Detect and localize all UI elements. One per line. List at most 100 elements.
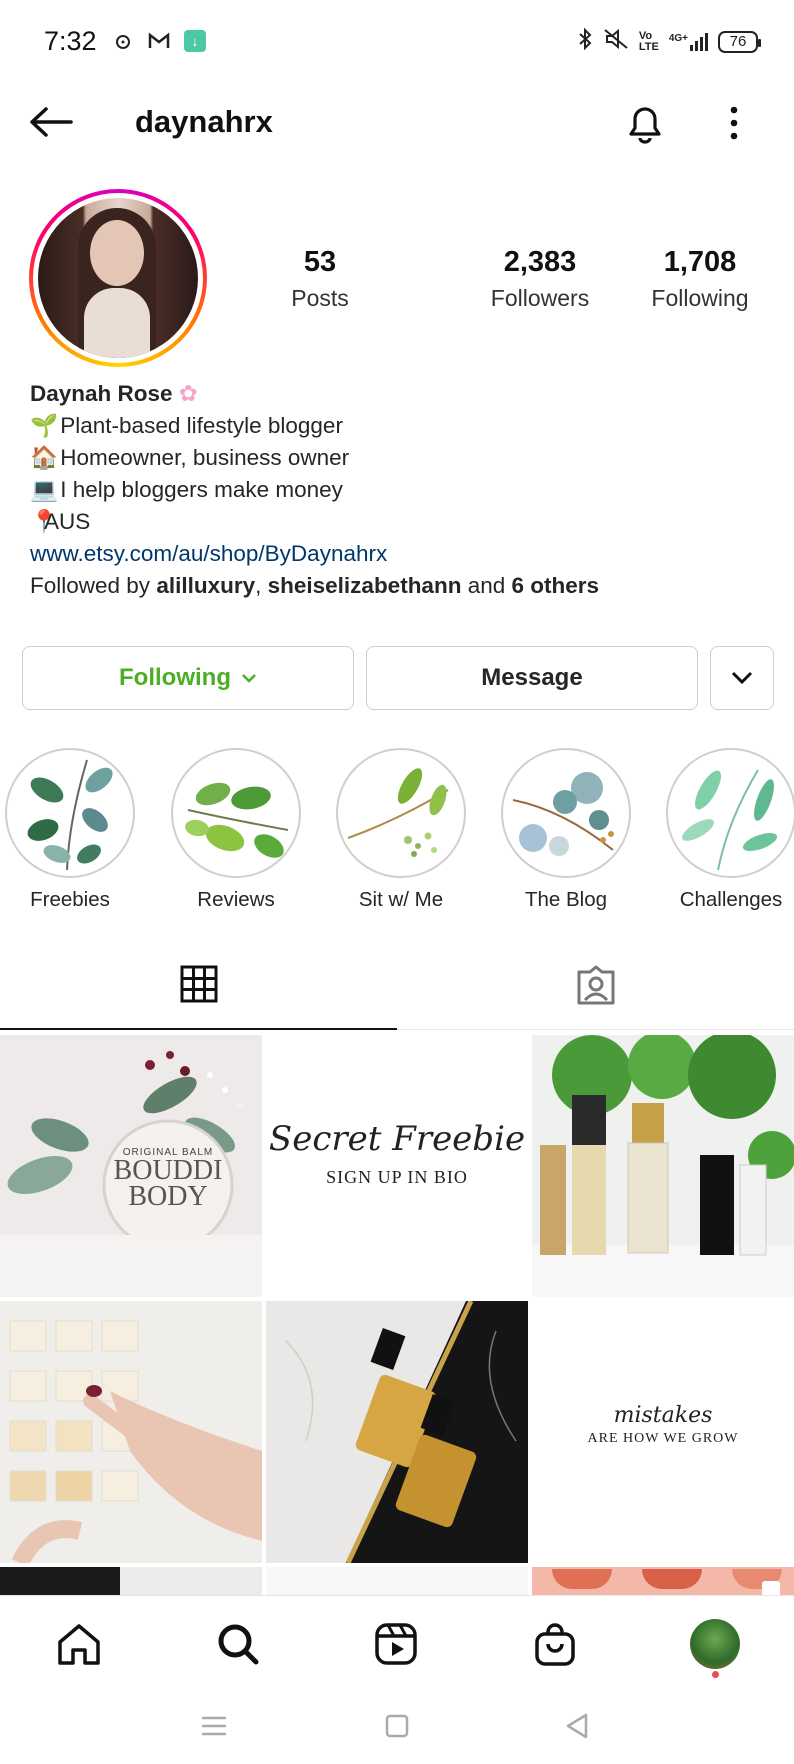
display-name: Daynah Rose — [30, 381, 173, 406]
vertical-dots-icon — [730, 106, 738, 140]
alarm-icon — [112, 30, 134, 52]
stat-posts[interactable]: 53 Posts — [250, 246, 390, 312]
message-button[interactable]: Message — [366, 646, 698, 710]
watercolor-leaves-icon — [682, 769, 778, 871]
profile-avatar[interactable] — [29, 189, 207, 367]
nav-shop[interactable] — [525, 1614, 585, 1674]
arrow-left-icon — [30, 107, 73, 137]
post-thumbnail[interactable] — [266, 1567, 528, 1595]
post-thumbnail[interactable]: Secret Freebie SIGN UP IN BIO — [266, 1035, 528, 1297]
bio-text: I help bloggers make money — [60, 477, 343, 502]
seedling-icon: 🌱 — [30, 413, 59, 438]
followed-by[interactable]: Followed by alilluxury, sheiselizabethan… — [30, 570, 770, 602]
stat-following[interactable]: 1,708 Following — [630, 246, 770, 312]
system-back-button[interactable] — [559, 1708, 595, 1744]
chevron-down-icon — [242, 674, 256, 683]
balm-text-3: BODY — [128, 1181, 208, 1212]
highlight-label: Sit w/ Me — [358, 888, 444, 911]
tab-tagged[interactable] — [397, 940, 794, 1030]
mutual-follower-2[interactable]: sheiselizabethann — [268, 573, 462, 598]
post-thumbnail[interactable]: mistakes ARE HOW WE GROW — [532, 1301, 794, 1563]
square-icon — [385, 1714, 409, 1738]
post-image-partial — [642, 1569, 702, 1589]
mistakes-caps-text: ARE HOW WE GROW — [587, 1431, 739, 1446]
highlight-sit-with-me[interactable]: Sit w/ Me — [335, 748, 467, 912]
back-button[interactable] — [26, 100, 76, 144]
post-thumbnail[interactable] — [0, 1301, 262, 1563]
avatar-border — [33, 193, 203, 363]
profile-bio: Daynah Rose ✿ 🌱 Plant-based lifestyle bl… — [30, 378, 770, 602]
following-button-label: Following — [119, 664, 231, 691]
bio-line: 📍AUS — [30, 506, 770, 538]
sprig-icon — [347, 768, 449, 857]
following-label: Following — [651, 285, 749, 311]
freebie-caps-text: SIGN UP IN BIO — [326, 1167, 468, 1187]
stat-followers[interactable]: 2,383 Followers — [430, 246, 650, 312]
highlight-label: Freebies — [30, 888, 110, 911]
highlight-cover — [171, 748, 301, 878]
highlight-reviews[interactable]: Reviews — [170, 748, 302, 912]
nav-reels[interactable] — [366, 1614, 426, 1674]
posts-count: 53 — [303, 246, 337, 278]
notifications-button[interactable] — [620, 98, 670, 148]
highlight-label: Challenges — [679, 888, 783, 911]
suggested-accounts-button[interactable] — [710, 646, 774, 710]
profile-tabs — [0, 940, 794, 1030]
system-menu-button[interactable] — [196, 1708, 232, 1744]
tagged-person-icon — [577, 965, 614, 1005]
followers-count: 2,383 — [503, 246, 577, 278]
profile-actions: Following Message — [22, 646, 774, 710]
following-button[interactable]: Following — [22, 646, 354, 710]
eucalyptus-round-leaves-icon — [512, 772, 614, 856]
tab-posts-grid[interactable] — [0, 940, 397, 1030]
post-thumbnail[interactable] — [0, 1567, 262, 1595]
bio-link[interactable]: www.etsy.com/au/shop/ByDaynahrx — [30, 538, 770, 570]
highlight-cover — [336, 748, 466, 878]
bio-line: 🏠 Homeowner, business owner — [30, 442, 770, 474]
status-bar: 7:32 ↓ Vo LTE 4G+ 76 — [0, 0, 794, 86]
more-options-button[interactable] — [716, 98, 752, 148]
followed-by-prefix: Followed by — [30, 573, 157, 598]
nav-home[interactable] — [49, 1614, 109, 1674]
green-leaves-icon — [185, 782, 289, 858]
highlight-freebies[interactable]: Freebies — [4, 748, 136, 912]
battery-level: 76 — [729, 33, 747, 50]
post-thumbnail[interactable] — [532, 1035, 794, 1297]
mute-icon — [603, 28, 629, 55]
gmail-icon — [148, 30, 170, 52]
highlight-cover — [5, 748, 135, 878]
post-thumbnail[interactable]: ORIGINAL BALM BOUDDI BODY — [0, 1035, 262, 1297]
bio-name-line: Daynah Rose ✿ — [30, 378, 770, 410]
shopping-bag-icon — [535, 1623, 575, 1666]
laptop-person-icon: 💻 — [30, 477, 59, 502]
triangle-back-icon — [566, 1713, 588, 1739]
swatch-card-image — [0, 1301, 262, 1563]
home-icon — [58, 1624, 100, 1665]
message-button-label: Message — [481, 664, 583, 691]
website-link[interactable]: www.etsy.com/au/shop/ByDaynahrx — [30, 541, 387, 566]
battery-icon: 76 — [718, 30, 761, 53]
profile-stats: 53 Posts 2,383 Followers 1,708 Following — [250, 246, 770, 312]
nav-search[interactable] — [208, 1614, 268, 1674]
mutual-followers-others[interactable]: 6 others — [511, 573, 599, 598]
highlight-challenges[interactable]: Challenges — [665, 748, 794, 912]
system-home-button[interactable] — [379, 1708, 415, 1744]
bio-text: Homeowner, business owner — [60, 445, 350, 470]
pin-icon: 📍 — [30, 509, 59, 534]
multi-post-icon — [762, 1581, 780, 1595]
bottom-navigation — [0, 1595, 794, 1685]
mutual-follower-1[interactable]: alilluxury — [156, 573, 255, 598]
post-thumbnail[interactable] — [266, 1301, 528, 1563]
mistakes-script-text: mistakes — [613, 1403, 713, 1428]
post-thumbnail[interactable] — [532, 1567, 794, 1595]
download-icon: ↓ — [184, 30, 206, 52]
nav-profile[interactable] — [685, 1614, 745, 1674]
volte-icon: Vo LTE — [638, 29, 659, 53]
highlight-cover — [666, 748, 794, 878]
system-navigation — [0, 1686, 794, 1764]
posts-grid: ORIGINAL BALM BOUDDI BODY Secret Freebie… — [0, 1035, 794, 1595]
highlight-the-blog[interactable]: The Blog — [500, 748, 632, 912]
post-image-partial — [552, 1569, 612, 1589]
avatar-face — [90, 220, 144, 286]
grid-icon — [180, 965, 217, 1003]
